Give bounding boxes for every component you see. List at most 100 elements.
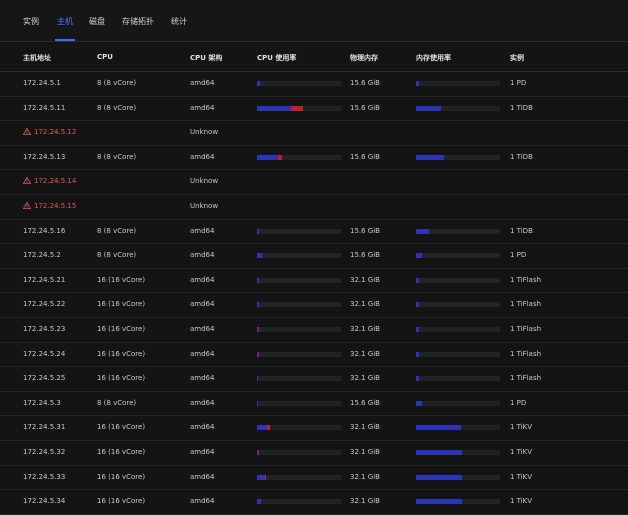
instances: 1 TiDB xyxy=(510,153,533,161)
cpu-usage-track xyxy=(257,302,341,307)
memory-usage-track xyxy=(416,352,500,357)
memory-usage-track xyxy=(416,253,500,258)
cpu-arch: amd64 xyxy=(190,79,214,87)
header-mem-usage[interactable]: 内存使用率 xyxy=(416,53,451,63)
host-address: 172.24.5.12 xyxy=(23,128,76,136)
cpu-arch: amd64 xyxy=(190,325,214,333)
table-row[interactable]: 172.24.5.3116 (16 vCore)amd6432.1 GiB1 T… xyxy=(0,416,628,441)
memory-usage-track xyxy=(416,229,500,234)
cpu-usage-bar xyxy=(257,425,341,430)
tab-statistics[interactable]: 统计 xyxy=(171,16,187,27)
cpu-usage-track xyxy=(257,229,341,234)
cpu-usage-fill xyxy=(257,450,259,455)
header-cpu-usage[interactable]: CPU 使用率 xyxy=(257,53,296,63)
host-address: 172.24.5.25 xyxy=(23,374,65,382)
table-row[interactable]: 172.24.5.28 (8 vCore)amd6415.6 GiB1 PD xyxy=(0,244,628,269)
memory-usage-fill xyxy=(416,475,462,480)
table-row[interactable]: 172.24.5.2216 (16 vCore)amd6432.1 GiB1 T… xyxy=(0,293,628,318)
memory-usage-bar xyxy=(416,425,500,430)
table-row[interactable]: 172.24.5.168 (8 vCore)amd6415.6 GiB1 TiD… xyxy=(0,220,628,245)
cpu-arch: Unknow xyxy=(190,202,218,210)
cpu-arch: amd64 xyxy=(190,276,214,284)
instances: 1 TiFlash xyxy=(510,325,541,333)
cpu-arch: amd64 xyxy=(190,251,214,259)
memory-usage-fill xyxy=(416,401,422,406)
cpu-usage-bar xyxy=(257,475,341,480)
cpu-cores: 16 (16 vCore) xyxy=(97,497,145,505)
host-address: 172.24.5.24 xyxy=(23,350,65,358)
header-ip[interactable]: 主机地址 xyxy=(23,53,51,63)
memory-usage-fill xyxy=(416,81,419,86)
instances: 1 TiFlash xyxy=(510,374,541,382)
physical-memory: 15.6 GiB xyxy=(350,227,380,235)
memory-usage-bar xyxy=(416,475,500,480)
table-row[interactable]: 172.24.5.15 Unknow xyxy=(0,195,628,220)
physical-memory: 32.1 GiB xyxy=(350,276,380,284)
tab-instances[interactable]: 实例 xyxy=(23,16,39,27)
table-row[interactable]: 172.24.5.3216 (16 vCore)amd6432.1 GiB1 T… xyxy=(0,441,628,466)
table-row[interactable]: 172.24.5.2316 (16 vCore)amd6432.1 GiB1 T… xyxy=(0,318,628,343)
cpu-arch: amd64 xyxy=(190,153,214,161)
host-address: 172.24.5.32 xyxy=(23,448,65,456)
cpu-usage-track xyxy=(257,450,341,455)
cpu-cores: 16 (16 vCore) xyxy=(97,374,145,382)
host-address-text: 172.24.5.32 xyxy=(23,448,65,456)
host-address: 172.24.5.23 xyxy=(23,325,65,333)
cpu-usage-bar xyxy=(257,327,341,332)
cpu-usage-fill xyxy=(257,155,278,160)
table-row[interactable]: 172.24.5.118 (8 vCore)amd6415.6 GiB1 TiD… xyxy=(0,97,628,122)
cpu-usage-track xyxy=(257,327,341,332)
table-row[interactable]: 172.24.5.18 (8 vCore)amd6415.6 GiB1 PD xyxy=(0,72,628,97)
cpu-usage-track xyxy=(257,81,341,86)
table-row[interactable]: 172.24.5.38 (8 vCore)amd6415.6 GiB1 PD xyxy=(0,392,628,417)
table-row[interactable]: 172.24.5.138 (8 vCore)amd6415.6 GiB1 TiD… xyxy=(0,146,628,171)
cpu-cores: 8 (8 vCore) xyxy=(97,399,136,407)
physical-memory: 32.1 GiB xyxy=(350,374,380,382)
table-row[interactable]: 172.24.5.2116 (16 vCore)amd6432.1 GiB1 T… xyxy=(0,269,628,294)
host-address-text: 172.24.5.15 xyxy=(34,202,76,210)
memory-usage-bar xyxy=(416,450,500,455)
cpu-cores: 16 (16 vCore) xyxy=(97,448,145,456)
table-row[interactable]: 172.24.5.2516 (16 vCore)amd6432.1 GiB1 T… xyxy=(0,367,628,392)
table-row[interactable]: 172.24.5.12Unknow xyxy=(0,121,628,146)
table-row[interactable]: 172.24.5.3316 (16 vCore)amd6432.1 GiB1 T… xyxy=(0,466,628,491)
tab-disks[interactable]: 磁盘 xyxy=(89,16,105,27)
header-arch[interactable]: CPU 架构 xyxy=(190,53,222,63)
cpu-cores: 8 (8 vCore) xyxy=(97,79,136,87)
warning-icon xyxy=(23,128,31,135)
tab-storage-topology[interactable]: 存储拓扑 xyxy=(122,16,154,27)
cpu-usage-bar xyxy=(257,401,341,406)
table-row[interactable]: 172.24.5.3416 (16 vCore)amd6432.1 GiB1 T… xyxy=(0,490,628,515)
cpu-usage-fill xyxy=(257,401,258,406)
host-address-text: 172.24.5.1 xyxy=(23,79,61,87)
header-cpu[interactable]: CPU xyxy=(97,53,113,61)
cpu-arch: amd64 xyxy=(190,399,214,407)
cpu-usage-bar xyxy=(257,155,341,160)
instances: 1 TiDB xyxy=(510,104,533,112)
tab-hosts[interactable]: 主机 xyxy=(57,16,73,27)
memory-usage-bar xyxy=(416,229,500,234)
instances: 1 TiDB xyxy=(510,227,533,235)
memory-usage-bar xyxy=(416,81,500,86)
memory-usage-bar xyxy=(416,352,500,357)
memory-usage-track xyxy=(416,106,500,111)
cpu-usage-fill xyxy=(257,229,259,234)
cpu-usage-bar xyxy=(257,229,341,234)
header-instances[interactable]: 实例 xyxy=(510,53,524,63)
cpu-arch: amd64 xyxy=(190,448,214,456)
cpu-usage-bar xyxy=(257,302,341,307)
cpu-usage-track xyxy=(257,352,341,357)
host-address-text: 172.24.5.33 xyxy=(23,473,65,481)
memory-usage-fill xyxy=(416,278,419,283)
instances: 1 TiFlash xyxy=(510,300,541,308)
header-memory[interactable]: 物理内存 xyxy=(350,53,378,63)
physical-memory: 15.6 GiB xyxy=(350,104,380,112)
cpu-cores: 16 (16 vCore) xyxy=(97,350,145,358)
physical-memory: 32.1 GiB xyxy=(350,448,380,456)
cpu-usage-fill xyxy=(257,302,259,307)
table-row[interactable]: 172.24.5.2416 (16 vCore)amd6432.1 GiB1 T… xyxy=(0,343,628,368)
table-row[interactable]: 172.24.5.14Unknow xyxy=(0,170,628,195)
warning-icon xyxy=(23,177,31,184)
host-address: 172.24.5.21 xyxy=(23,276,65,284)
cpu-usage-bar xyxy=(257,278,341,283)
